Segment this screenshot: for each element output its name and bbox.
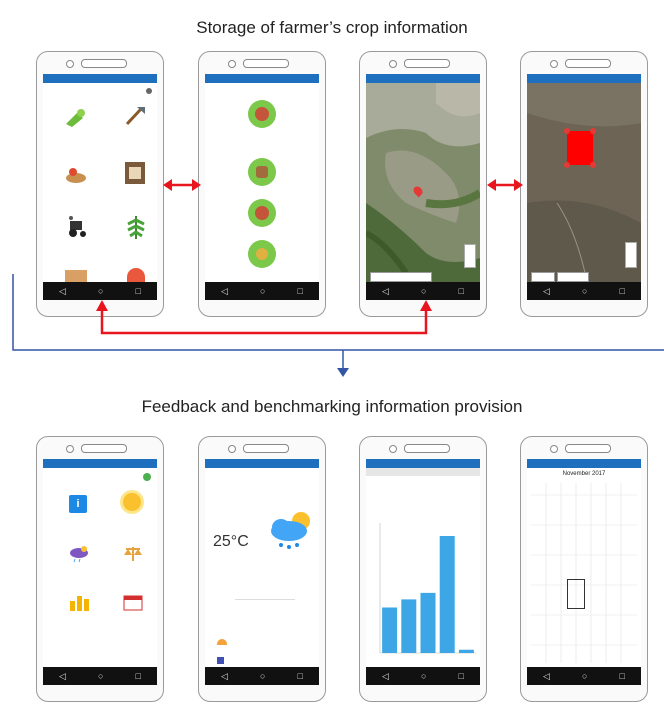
camera-icon — [389, 60, 397, 68]
blue-connector — [12, 274, 664, 377]
speaker-slot — [404, 59, 450, 68]
phone-weather: 25°C ◁ ○ □ — [198, 436, 326, 702]
crop-item-3-icon[interactable] — [248, 199, 276, 227]
screen-map: ◁ ○ □ — [366, 74, 480, 300]
harvest-icon[interactable] — [65, 166, 87, 184]
user-icon[interactable] — [146, 88, 152, 94]
chart-bar — [439, 536, 455, 653]
recents-icon[interactable]: □ — [136, 671, 141, 681]
status-bar — [366, 74, 480, 83]
home-icon[interactable]: ○ — [98, 671, 103, 681]
camera-icon — [228, 60, 236, 68]
status-bar — [43, 459, 157, 468]
recents-icon[interactable]: □ — [298, 671, 303, 681]
speaker-slot — [243, 444, 289, 453]
crop-item-2-icon[interactable] — [248, 158, 276, 186]
screen-crop-menu: ◁ ○ □ — [43, 74, 157, 300]
temperature-value: 25°C — [213, 533, 249, 550]
storage-box-icon[interactable] — [123, 160, 147, 186]
nav-bar: ◁ ○ □ — [527, 667, 641, 685]
speaker-slot — [81, 444, 127, 453]
back-icon[interactable]: ◁ — [221, 671, 228, 682]
screen-info-menu: i ◁ ○ □ — [43, 459, 157, 685]
nav-bar: ◁ ○ □ — [205, 667, 319, 685]
building-icon — [217, 657, 224, 664]
chart-header-bar — [366, 468, 480, 476]
status-bar — [205, 459, 319, 468]
nav-bar: ◁ ○ □ — [43, 667, 157, 685]
calendar-grid — [531, 483, 637, 663]
top-section-title: Storage of farmer’s crop information — [196, 18, 468, 37]
crop-item-4-icon[interactable] — [248, 240, 276, 268]
shovel-icon[interactable] — [123, 104, 147, 128]
phone-calendar: November 2017 ◁ ○ □ — [520, 436, 648, 702]
recents-icon[interactable]: □ — [620, 671, 625, 681]
calendar-icon[interactable] — [123, 593, 143, 611]
fertilizer-icon[interactable] — [63, 108, 87, 128]
tab-row — [225, 146, 303, 148]
bottom-section-title: Feedback and benchmarking information pr… — [141, 397, 523, 416]
satellite-field-map[interactable] — [527, 83, 641, 282]
speaker-slot — [81, 59, 127, 68]
satellite-map[interactable] — [366, 83, 480, 282]
weather-detail-line — [235, 599, 295, 600]
calendar-month-title: November 2017 — [562, 471, 606, 477]
chart-bar — [458, 649, 474, 653]
balance-scale-icon[interactable] — [123, 545, 143, 563]
red-double-arrow-2 — [487, 179, 523, 191]
home-icon[interactable]: ○ — [582, 671, 587, 681]
bar-chart-icon[interactable] — [69, 593, 89, 611]
status-bar — [527, 74, 641, 83]
recents-icon[interactable]: □ — [459, 671, 464, 681]
screen-crop-list: ◁ ○ □ — [205, 74, 319, 300]
nav-bar: ◁ ○ □ — [366, 667, 480, 685]
zoom-controls[interactable] — [625, 242, 637, 268]
weather-icon[interactable] — [69, 545, 89, 563]
crop-item-1-icon[interactable] — [248, 100, 276, 128]
tractor-icon[interactable] — [65, 215, 89, 239]
screen-benchmark-chart: ◁ ○ □ — [366, 459, 480, 685]
status-bar — [366, 459, 480, 468]
screen-weather: 25°C ◁ ○ □ — [205, 459, 319, 685]
sunrise-icon — [217, 639, 227, 645]
home-icon[interactable]: ○ — [260, 671, 265, 681]
selected-day-cell[interactable] — [567, 579, 585, 609]
sun-icon[interactable] — [123, 493, 141, 511]
camera-icon — [550, 60, 558, 68]
camera-icon — [228, 445, 236, 453]
screen-calendar: November 2017 ◁ ○ □ — [527, 459, 641, 685]
camera-icon — [550, 445, 558, 453]
chart-bar — [382, 607, 398, 653]
red-double-arrow-1 — [163, 179, 201, 191]
speaker-slot — [565, 59, 611, 68]
chart-bar — [420, 592, 436, 653]
phone-info-menu: i ◁ ○ □ — [36, 436, 164, 702]
back-icon[interactable]: ◁ — [543, 671, 550, 682]
screen-field-map: ◁ ○ □ — [527, 74, 641, 300]
phone-benchmark-chart: ◁ ○ □ — [359, 436, 487, 702]
cloud-rain-icon — [267, 509, 315, 553]
home-icon[interactable]: ○ — [421, 671, 426, 681]
benchmark-bar-chart — [379, 523, 476, 654]
camera-icon — [66, 60, 74, 68]
back-icon[interactable]: ◁ — [382, 671, 389, 682]
info-icon[interactable]: i — [69, 495, 87, 513]
status-bar — [527, 459, 641, 468]
camera-icon — [389, 445, 397, 453]
status-bar — [43, 74, 157, 83]
speaker-slot — [565, 444, 611, 453]
user-icon[interactable] — [143, 473, 151, 481]
camera-icon — [66, 445, 74, 453]
status-bar — [205, 74, 319, 83]
zoom-controls[interactable] — [464, 244, 476, 268]
speaker-slot — [404, 444, 450, 453]
speaker-slot — [243, 59, 289, 68]
back-icon[interactable]: ◁ — [59, 671, 66, 682]
chart-bar — [401, 599, 417, 653]
plant-icon[interactable] — [125, 214, 147, 240]
